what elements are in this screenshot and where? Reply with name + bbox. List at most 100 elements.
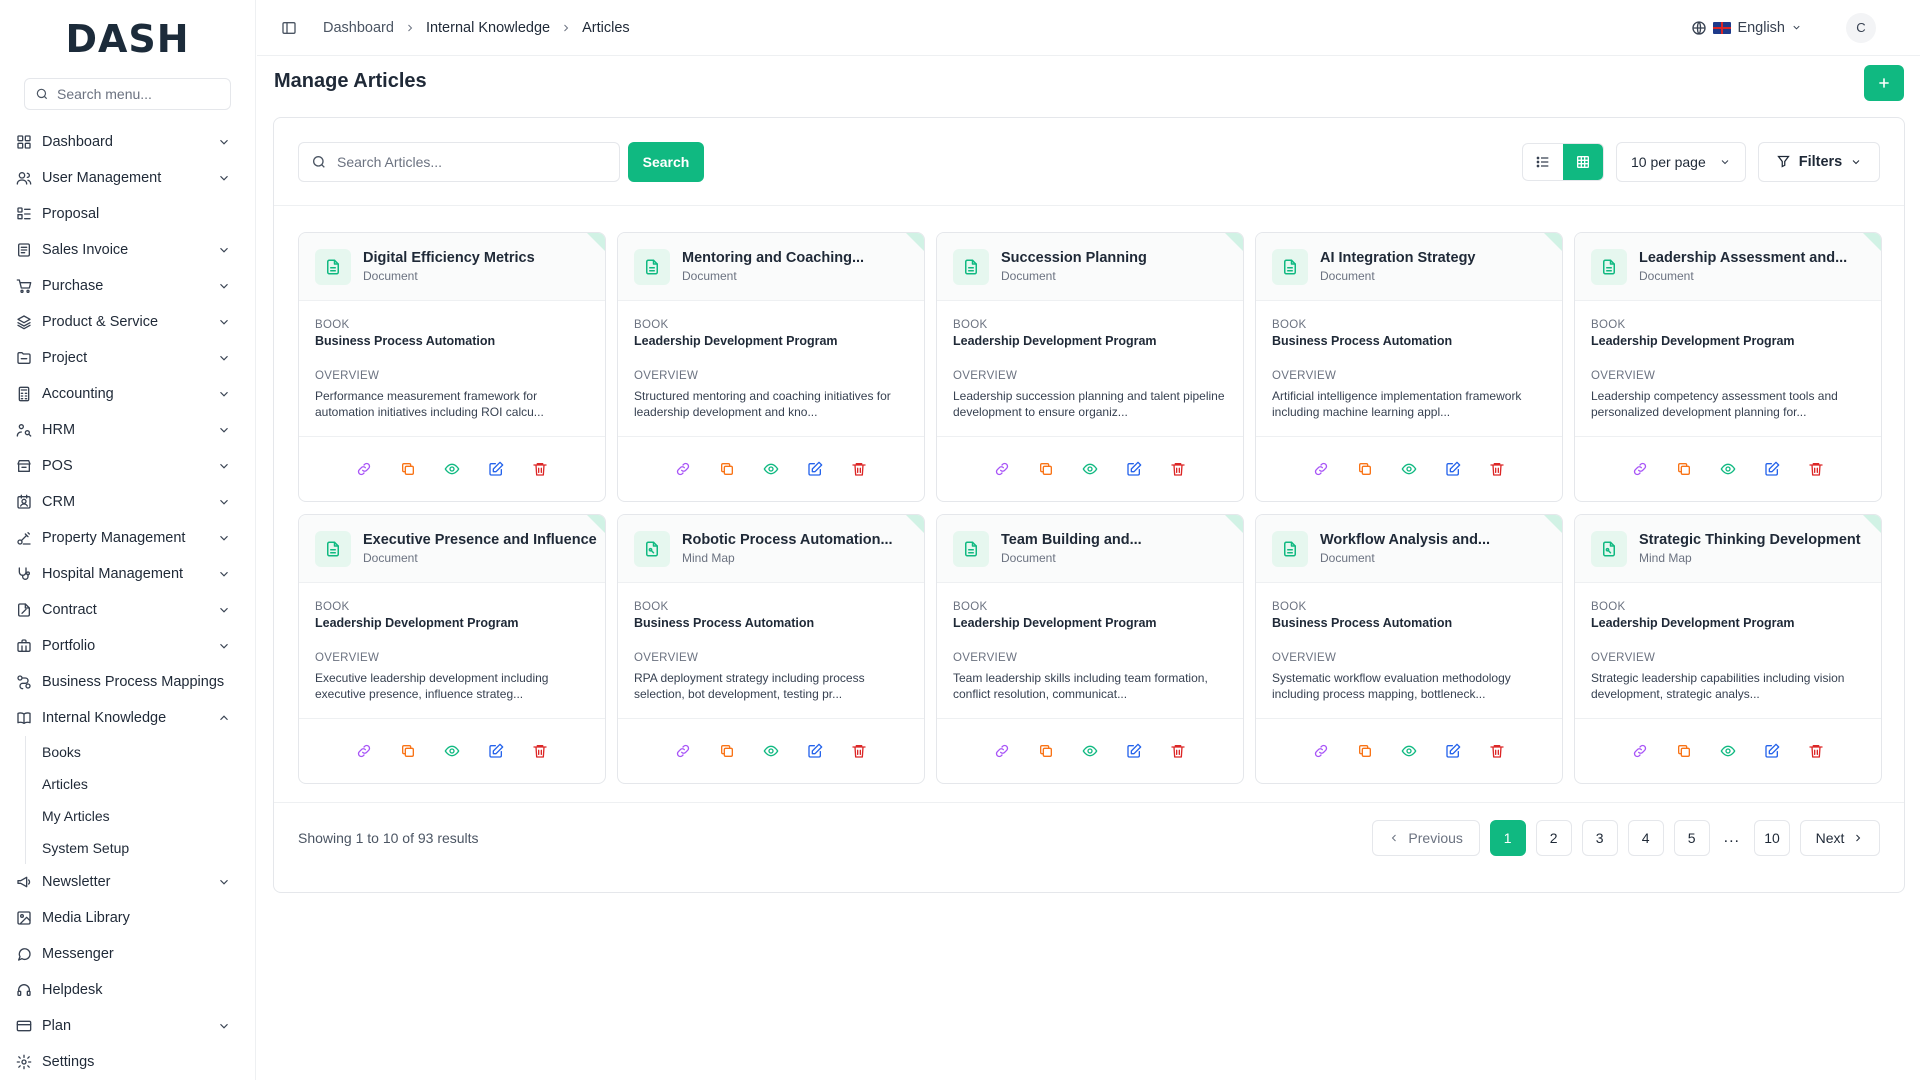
list-view-button[interactable] [1523, 144, 1563, 180]
duplicate-button[interactable] [1356, 460, 1374, 478]
sidebar-item-pos[interactable]: POS [0, 448, 255, 484]
grid-view-button[interactable] [1563, 143, 1603, 180]
sidebar-item-media-library[interactable]: Media Library [0, 900, 255, 936]
delete-button[interactable] [1807, 460, 1825, 478]
copy-link-button[interactable] [1312, 460, 1330, 478]
page-3-button[interactable]: 3 [1581, 820, 1618, 856]
articles-search-input[interactable] [337, 153, 607, 170]
edit-button[interactable] [1125, 460, 1143, 478]
sidebar-item-dashboard[interactable]: Dashboard [0, 124, 255, 160]
copy-link-button[interactable] [993, 460, 1011, 478]
delete-button[interactable] [1488, 742, 1506, 760]
per-page-select[interactable]: 10 per page [1616, 141, 1746, 182]
duplicate-button[interactable] [399, 742, 417, 760]
delete-button[interactable] [1169, 460, 1187, 478]
sidebar-item-crm[interactable]: CRM [0, 484, 255, 520]
page-2-button[interactable]: 2 [1535, 820, 1572, 856]
article-title[interactable]: Digital Efficiency Metrics [363, 250, 599, 266]
duplicate-button[interactable] [1675, 742, 1693, 760]
edit-button[interactable] [487, 742, 505, 760]
edit-button[interactable] [806, 742, 824, 760]
view-button[interactable] [762, 460, 780, 478]
view-button[interactable] [1719, 742, 1737, 760]
article-title[interactable]: AI Integration Strategy [1320, 250, 1556, 266]
article-title[interactable]: Succession Planning [1001, 250, 1237, 266]
duplicate-button[interactable] [1356, 742, 1374, 760]
sidebar-item-hospital-management[interactable]: Hospital Management [0, 556, 255, 592]
duplicate-button[interactable] [1037, 742, 1055, 760]
delete-button[interactable] [531, 460, 549, 478]
edit-button[interactable] [487, 460, 505, 478]
brand-logo[interactable]: DASH [0, 0, 255, 78]
view-button[interactable] [1400, 460, 1418, 478]
article-card[interactable]: Team Building and... Document BOOK Leade… [936, 514, 1244, 784]
article-title[interactable]: Mentoring and Coaching... [682, 250, 918, 266]
delete-button[interactable] [1488, 460, 1506, 478]
article-title[interactable]: Executive Presence and Influence [363, 532, 599, 548]
delete-button[interactable] [850, 460, 868, 478]
sidebar-toggle-button[interactable] [275, 14, 303, 42]
sidebar-item-project[interactable]: Project [0, 340, 255, 376]
duplicate-button[interactable] [1675, 460, 1693, 478]
duplicate-button[interactable] [718, 460, 736, 478]
filters-button[interactable]: Filters [1758, 141, 1880, 182]
previous-page-button[interactable]: Previous [1371, 820, 1480, 856]
delete-button[interactable] [1169, 742, 1187, 760]
search-button[interactable]: Search [628, 141, 704, 182]
submenu-item-system-setup[interactable]: System Setup [26, 832, 255, 864]
sidebar-item-helpdesk[interactable]: Helpdesk [0, 972, 255, 1008]
submenu-item-my-articles[interactable]: My Articles [26, 800, 255, 832]
article-card[interactable]: Robotic Process Automation... Mind Map B… [617, 514, 925, 784]
sidebar-item-product-and-service[interactable]: Product & Service [0, 304, 255, 340]
article-card[interactable]: Workflow Analysis and... Document BOOK B… [1255, 514, 1563, 784]
article-title[interactable]: Workflow Analysis and... [1320, 532, 1556, 548]
article-card[interactable]: AI Integration Strategy Document BOOK Bu… [1255, 232, 1563, 502]
edit-button[interactable] [1763, 460, 1781, 478]
delete-button[interactable] [1807, 742, 1825, 760]
sidebar-item-proposal[interactable]: Proposal [0, 196, 255, 232]
view-button[interactable] [1081, 742, 1099, 760]
view-button[interactable] [762, 742, 780, 760]
next-page-button[interactable]: Next [1800, 820, 1880, 856]
copy-link-button[interactable] [355, 460, 373, 478]
edit-button[interactable] [1125, 742, 1143, 760]
sidebar-search-input[interactable] [57, 86, 227, 102]
page-1-button[interactable]: 1 [1489, 820, 1526, 856]
view-button[interactable] [443, 460, 461, 478]
copy-link-button[interactable] [674, 460, 692, 478]
page-last-button[interactable]: 10 [1754, 820, 1790, 856]
edit-button[interactable] [806, 460, 824, 478]
copy-link-button[interactable] [1631, 460, 1649, 478]
article-card[interactable]: Strategic Thinking Development Mind Map … [1574, 514, 1882, 784]
edit-button[interactable] [1763, 742, 1781, 760]
submenu-item-books[interactable]: Books [26, 736, 255, 768]
delete-button[interactable] [850, 742, 868, 760]
article-title[interactable]: Robotic Process Automation... [682, 532, 918, 548]
article-title[interactable]: Strategic Thinking Development [1639, 532, 1875, 548]
view-button[interactable] [1081, 460, 1099, 478]
language-selector[interactable]: English [1691, 20, 1802, 36]
edit-button[interactable] [1444, 742, 1462, 760]
sidebar-item-property-management[interactable]: Property Management [0, 520, 255, 556]
sidebar-item-plan[interactable]: Plan [0, 1008, 255, 1044]
duplicate-button[interactable] [399, 460, 417, 478]
duplicate-button[interactable] [718, 742, 736, 760]
view-button[interactable] [1719, 460, 1737, 478]
copy-link-button[interactable] [1631, 742, 1649, 760]
article-card[interactable]: Executive Presence and Influence Documen… [298, 514, 606, 784]
sidebar-item-internal-knowledge[interactable]: Internal Knowledge [0, 700, 255, 736]
user-avatar[interactable]: C [1846, 12, 1876, 43]
submenu-item-articles[interactable]: Articles [26, 768, 255, 800]
copy-link-button[interactable] [674, 742, 692, 760]
sidebar-item-business-process-mappings[interactable]: Business Process Mappings [0, 664, 255, 700]
breadcrumb-dashboard[interactable]: Dashboard [323, 20, 394, 36]
sidebar-item-portfolio[interactable]: Portfolio [0, 628, 255, 664]
add-article-button[interactable] [1864, 65, 1904, 101]
copy-link-button[interactable] [993, 742, 1011, 760]
view-button[interactable] [1400, 742, 1418, 760]
sidebar-item-settings[interactable]: Settings [0, 1044, 255, 1080]
edit-button[interactable] [1444, 460, 1462, 478]
copy-link-button[interactable] [355, 742, 373, 760]
sidebar-item-contract[interactable]: Contract [0, 592, 255, 628]
page-4-button[interactable]: 4 [1627, 820, 1664, 856]
